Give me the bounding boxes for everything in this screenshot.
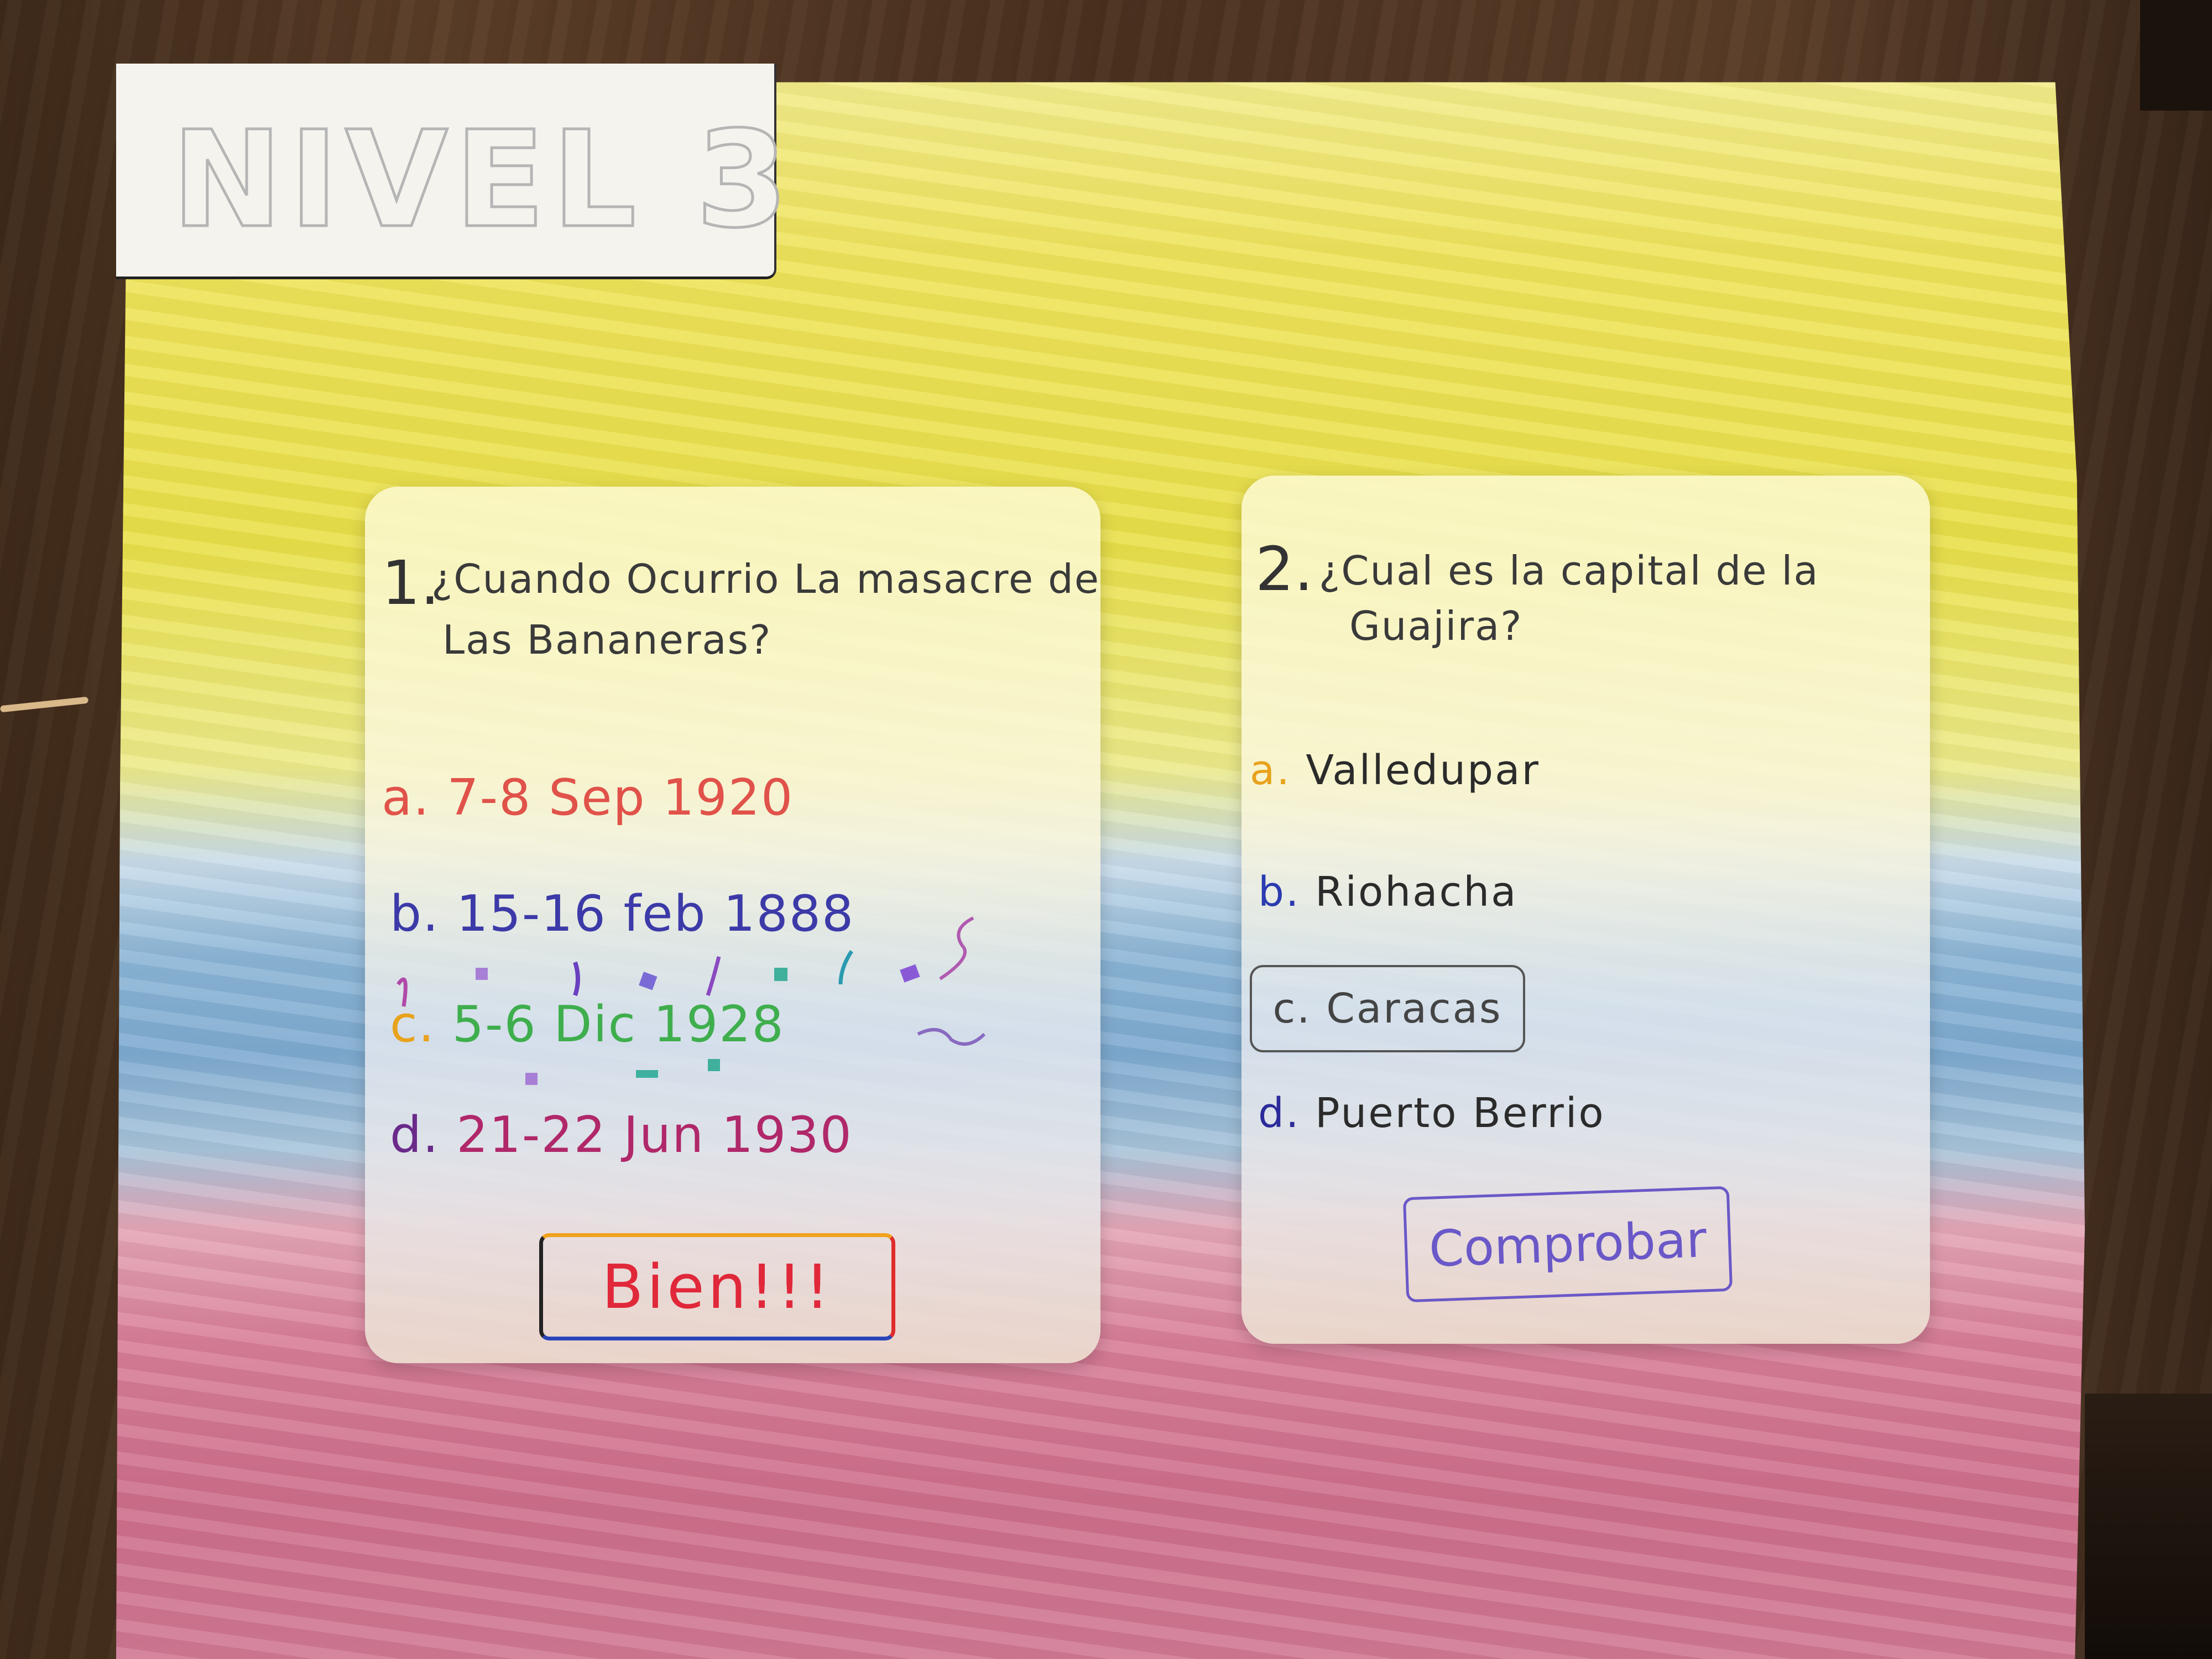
q2-option-d-text: Puerto Berrio [1315, 1089, 1605, 1137]
level-title: NIVEL 3 [170, 101, 795, 259]
q2-option-c-text: Caracas [1326, 985, 1503, 1032]
table-shadow [2140, 0, 2212, 111]
q1-option-a[interactable]: a. 7-8 Sep 1920 [382, 769, 794, 827]
q1-option-d-text: 21-22 Jun 1930 [456, 1106, 853, 1164]
q1-option-a-letter: a. [382, 769, 430, 827]
q1-option-d-letter: d. [390, 1106, 440, 1164]
table-shadow-bottom [2085, 1394, 2212, 1659]
bien-button[interactable]: Bien!!! [539, 1233, 895, 1340]
q2-option-c-letter: c. [1272, 985, 1312, 1032]
question-2-text-line2: Guajira? [1349, 603, 1523, 649]
question-1-text-line1: ¿Cuando Ocurrio La masacre de [431, 556, 1100, 602]
question-2-text-line1: ¿Cual es la capital de la [1319, 547, 1819, 594]
q2-option-b[interactable]: b. Riohacha [1258, 868, 1517, 916]
q2-option-d-letter: d. [1258, 1089, 1301, 1137]
q2-option-b-text: Riohacha [1315, 868, 1518, 916]
comprobar-button[interactable]: Comprobar [1402, 1186, 1733, 1303]
question-2-number: 2. [1255, 534, 1313, 604]
q2-option-a-letter: a. [1250, 747, 1291, 794]
bien-button-label: Bien!!! [602, 1251, 833, 1322]
q1-option-d[interactable]: d. 21-22 Jun 1930 [390, 1106, 853, 1164]
q2-option-d[interactable]: d. Puerto Berrio [1258, 1089, 1605, 1137]
q2-option-a-text: Valledupar [1306, 747, 1540, 794]
comprobar-button-label: Comprobar [1428, 1210, 1708, 1279]
confetti-decoration [397, 916, 986, 1085]
q2-option-c-selected[interactable]: c. Caracas [1250, 965, 1525, 1052]
q1-option-a-text: 7-8 Sep 1920 [447, 769, 794, 827]
question-1-text-line2: Las Bananeras? [442, 617, 772, 663]
q2-option-a[interactable]: a. Valledupar [1250, 747, 1540, 794]
q2-option-b-letter: b. [1258, 868, 1301, 916]
